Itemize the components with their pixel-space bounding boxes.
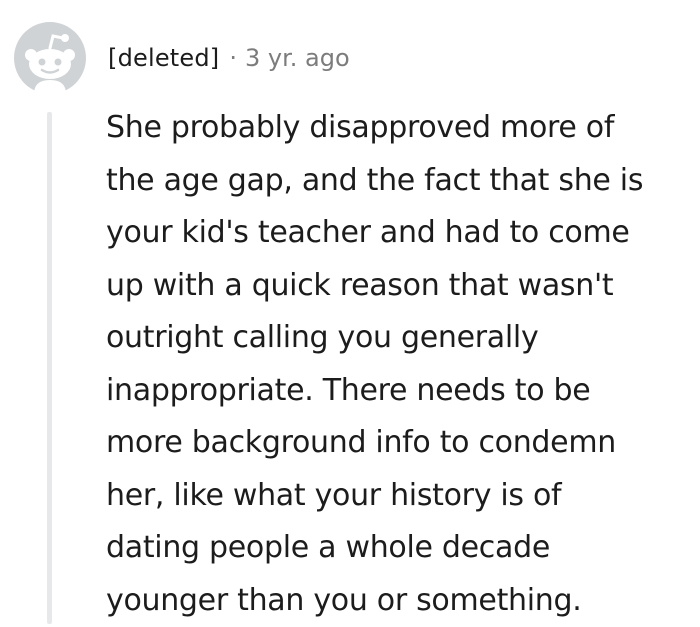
comment: [deleted] · 3 yr. ago She probably disap… <box>0 0 700 624</box>
comment-meta: [deleted] · 3 yr. ago <box>108 38 350 78</box>
thread-line[interactable] <box>47 112 52 624</box>
comment-body-line: the age gap, and the fact that she is <box>106 155 700 208</box>
comment-body-line: more background info to condemn <box>106 417 700 470</box>
meta-separator: · <box>229 44 237 72</box>
comment-body-line: younger than you or something. <box>106 575 700 627</box>
comment-body-line: up with a quick reason that wasn't <box>106 260 700 313</box>
comment-author[interactable]: [deleted] <box>108 44 219 72</box>
comment-body-line: dating people a whole decade <box>106 522 700 575</box>
comment-body-line: inappropriate. There needs to be <box>106 365 700 418</box>
comment-body-line: her, like what your history is of <box>106 470 700 523</box>
avatar-snoo-icon[interactable] <box>14 22 86 94</box>
comment-body-line: your kid's teacher and had to come <box>106 207 700 260</box>
comment-body-line: She probably disapproved more of <box>106 102 700 155</box>
comment-timestamp[interactable]: 3 yr. ago <box>245 44 350 72</box>
comment-body: She probably disapproved more of the age… <box>106 102 700 627</box>
comment-body-line: outright calling you generally <box>106 312 700 365</box>
